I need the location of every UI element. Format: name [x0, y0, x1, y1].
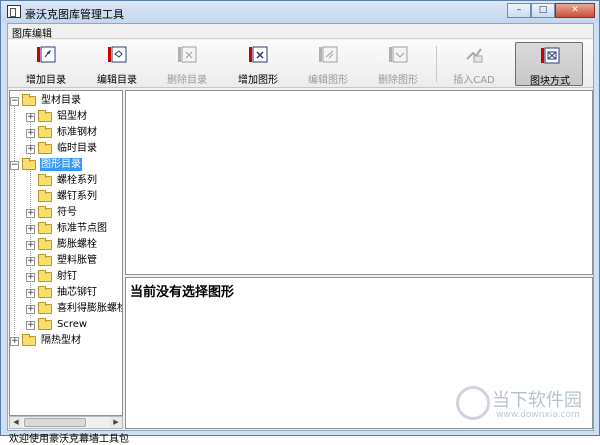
- folder-icon: [38, 126, 52, 138]
- expand-icon[interactable]: +: [26, 129, 35, 138]
- menu-bar: 图库编辑: [8, 24, 593, 40]
- app-icon: [7, 5, 21, 18]
- toolbar-separator: [436, 46, 437, 82]
- toolbar: 增加目录 编辑目录 删除目录 增加图形 编辑图形 删除图形 插入CAD 图块方式: [8, 40, 593, 88]
- add-shape-label: 增加图形: [238, 75, 278, 86]
- tree-item-label: 抽芯铆钉: [57, 287, 97, 298]
- folder-icon: [38, 286, 52, 298]
- no-selection-message: 当前没有选择图形: [130, 285, 235, 300]
- app-window: 豪沃克图库管理工具 – □ ✕ 图库编辑 增加目录 编辑目录 删除目录 增加图形…: [0, 0, 600, 445]
- insert-cad-button[interactable]: 插入CAD: [440, 42, 508, 86]
- delete-folder-label: 删除目录: [167, 75, 207, 86]
- maximize-button[interactable]: □: [531, 3, 555, 18]
- edit-folder-icon: [108, 46, 127, 63]
- folder-icon: [38, 270, 52, 282]
- expand-icon[interactable]: +: [26, 113, 35, 122]
- add-shape-icon: [249, 46, 268, 63]
- scroll-right-arrow-icon[interactable]: ▶: [110, 417, 122, 428]
- tree-item-label: 塑料胀管: [57, 255, 97, 266]
- tree-item-label: 临时目录: [57, 143, 97, 154]
- folder-icon: [38, 254, 52, 266]
- tree-item-label-selected: 图形目录: [40, 158, 82, 171]
- watermark: 当下软件园 www.downxia.com: [456, 386, 586, 426]
- block-mode-icon: [541, 47, 560, 64]
- collapse-icon[interactable]: −: [10, 161, 19, 170]
- expand-icon[interactable]: +: [26, 257, 35, 266]
- tree-item-label: 铝型材: [57, 111, 87, 122]
- edit-shape-label: 编辑图形: [308, 75, 348, 86]
- edit-folder-button[interactable]: 编辑目录: [83, 42, 151, 86]
- add-folder-button[interactable]: 增加目录: [12, 42, 80, 86]
- expand-icon[interactable]: +: [26, 289, 35, 298]
- folder-icon: [38, 142, 52, 154]
- tree-item-label: 螺钉系列: [57, 191, 97, 202]
- expand-icon[interactable]: +: [26, 145, 35, 154]
- expand-icon[interactable]: +: [10, 337, 19, 346]
- client-area: 图库编辑 增加目录 编辑目录 删除目录 增加图形 编辑图形 删除图形 插入CAD…: [7, 23, 594, 445]
- folder-tree[interactable]: − 型材目录 + 铝型材 + 标准钢材 + 临时目录 − 图形目录 螺栓系列 螺…: [9, 90, 123, 416]
- minimize-button[interactable]: –: [507, 3, 531, 18]
- watermark-logo-icon: [456, 386, 490, 420]
- add-shape-button[interactable]: 增加图形: [224, 42, 292, 86]
- folder-icon: [38, 174, 52, 186]
- window-title: 豪沃克图库管理工具: [25, 8, 124, 21]
- delete-folder-icon: [178, 46, 197, 63]
- folder-icon: [38, 206, 52, 218]
- edit-shape-button[interactable]: 编辑图形: [294, 42, 362, 86]
- tree-item-label: 射钉: [57, 271, 77, 282]
- collapse-icon[interactable]: −: [10, 97, 19, 106]
- status-bar-text: 欢迎使用豪沃克幕墙工具包: [9, 434, 129, 445]
- title-bar[interactable]: 豪沃克图库管理工具 – □ ✕: [1, 1, 599, 23]
- folder-icon: [38, 190, 52, 202]
- insert-cad-icon: [466, 48, 483, 63]
- folder-icon: [38, 110, 52, 122]
- edit-shape-icon: [319, 46, 338, 63]
- folder-icon: [38, 238, 52, 250]
- block-mode-label: 图块方式: [530, 76, 570, 87]
- delete-shape-icon: [389, 46, 408, 63]
- watermark-text: 当下软件园: [492, 390, 582, 411]
- tree-connector: [14, 103, 15, 335]
- delete-shape-label: 删除图形: [378, 75, 418, 86]
- window-controls: – □ ✕: [507, 3, 595, 19]
- tree-item-label: 隔热型材: [41, 335, 81, 346]
- expand-icon[interactable]: +: [26, 225, 35, 234]
- edit-folder-label: 编辑目录: [97, 75, 137, 86]
- expand-icon[interactable]: +: [26, 273, 35, 282]
- close-button[interactable]: ✕: [555, 3, 595, 18]
- expand-icon[interactable]: +: [26, 209, 35, 218]
- expand-icon[interactable]: +: [26, 321, 35, 330]
- menu-item-library-edit[interactable]: 图库编辑: [12, 25, 52, 40]
- folder-icon: [22, 334, 36, 346]
- delete-shape-button[interactable]: 删除图形: [364, 42, 432, 86]
- tree-item-label: 膨胀螺栓: [57, 239, 97, 250]
- folder-icon: [38, 222, 52, 234]
- delete-folder-button[interactable]: 删除目录: [153, 42, 221, 86]
- open-folder-icon: [22, 94, 36, 106]
- tree-item-label: 符号: [57, 207, 77, 218]
- tree-item-label: 喜利得膨胀螺栓: [57, 303, 123, 314]
- open-folder-icon: [22, 158, 36, 170]
- tree-item-label: Screw: [57, 319, 88, 330]
- scrollbar-thumb[interactable]: [24, 418, 86, 427]
- tree-horizontal-scrollbar[interactable]: ◀ ▶: [9, 416, 123, 429]
- folder-icon: [38, 302, 52, 314]
- insert-cad-label: 插入CAD: [453, 75, 495, 86]
- shape-preview-panel[interactable]: [125, 90, 593, 275]
- tree-item-label: 标准钢材: [57, 127, 97, 138]
- add-folder-label: 增加目录: [26, 75, 66, 86]
- scroll-left-arrow-icon[interactable]: ◀: [10, 417, 22, 428]
- tree-item-label: 标准节点图: [57, 223, 107, 234]
- expand-icon[interactable]: +: [26, 241, 35, 250]
- expand-icon[interactable]: +: [26, 305, 35, 314]
- tree-item-label: 型材目录: [41, 95, 81, 106]
- add-folder-icon: [37, 46, 56, 63]
- tree-item-label: 螺栓系列: [57, 175, 97, 186]
- block-mode-button[interactable]: 图块方式: [515, 42, 583, 87]
- folder-icon: [38, 318, 52, 330]
- watermark-url: www.downxia.com: [496, 410, 580, 420]
